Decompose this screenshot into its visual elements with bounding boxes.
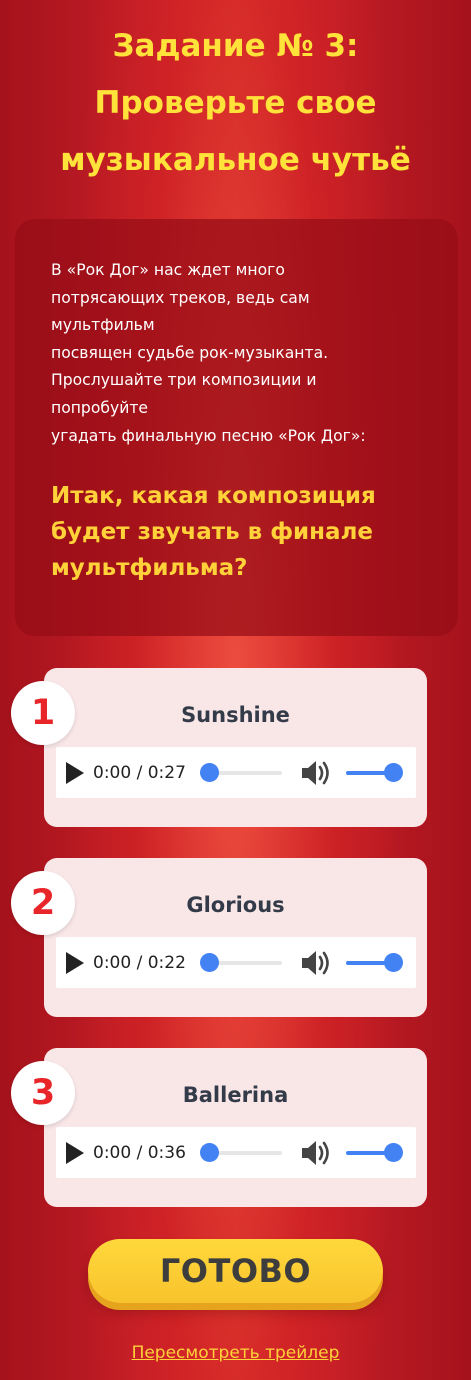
info-line: мультфильм bbox=[51, 316, 155, 335]
info-line: потрясающих треков, ведь сам bbox=[51, 288, 310, 307]
play-icon[interactable] bbox=[66, 762, 84, 784]
seek-handle[interactable] bbox=[200, 763, 219, 782]
info-line: В «Рок Дог» нас ждет много bbox=[51, 261, 285, 279]
track-number-badge: 2 bbox=[11, 871, 75, 935]
title-line: Проверьте свое bbox=[94, 85, 377, 121]
time-label: 0:00 / 0:27 bbox=[93, 763, 186, 783]
track-number-badge: 1 bbox=[11, 681, 75, 745]
title-line: Задание № 3: bbox=[112, 28, 359, 64]
info-description: В «Рок Дог» нас ждет много потрясающих т… bbox=[51, 257, 421, 450]
volume-icon[interactable] bbox=[300, 949, 332, 977]
question-line: будет звучать в финале bbox=[51, 519, 374, 545]
page-title: Задание № 3: Проверьте свое музыкальное … bbox=[0, 18, 471, 189]
track-card-2: Glorious 0:00 / 0:22 bbox=[44, 858, 427, 1017]
question-line: Итак, какая композиция bbox=[51, 483, 376, 509]
track-card-1: Sunshine 0:00 / 0:27 bbox=[44, 668, 427, 827]
seek-handle[interactable] bbox=[200, 953, 219, 972]
audio-player[interactable]: 0:00 / 0:36 bbox=[56, 1127, 416, 1178]
seek-handle[interactable] bbox=[200, 1143, 219, 1162]
volume-icon[interactable] bbox=[300, 1139, 332, 1167]
volume-handle[interactable] bbox=[384, 763, 403, 782]
track-card-3: Ballerina 0:00 / 0:36 bbox=[44, 1048, 427, 1207]
time-label: 0:00 / 0:36 bbox=[93, 1143, 186, 1163]
volume-icon[interactable] bbox=[300, 759, 332, 787]
info-line: угадать финальную песню «Рок Дог»: bbox=[51, 426, 366, 445]
track-number-badge: 3 bbox=[11, 1061, 75, 1125]
audio-player[interactable]: 0:00 / 0:22 bbox=[56, 937, 416, 988]
track-name: Ballerina bbox=[182, 1083, 289, 1107]
volume-handle[interactable] bbox=[384, 1143, 403, 1162]
title-line: музыкальное чутьё bbox=[60, 142, 411, 178]
track-name: Glorious bbox=[186, 893, 285, 917]
play-icon[interactable] bbox=[66, 952, 84, 974]
info-question: Итак, какая композиция будет звучать в ф… bbox=[51, 478, 441, 586]
track-name: Sunshine bbox=[181, 703, 290, 727]
time-label: 0:00 / 0:22 bbox=[93, 953, 186, 973]
info-line: попробуйте bbox=[51, 398, 149, 417]
info-line: Прослушайте три композиции и bbox=[51, 371, 317, 390]
info-line: посвящен судьбе рок-музыканта. bbox=[51, 343, 329, 362]
question-line: мультфильма? bbox=[51, 555, 248, 581]
audio-player[interactable]: 0:00 / 0:27 bbox=[56, 747, 416, 798]
info-card: В «Рок Дог» нас ждет много потрясающих т… bbox=[15, 219, 458, 636]
volume-handle[interactable] bbox=[384, 953, 403, 972]
done-button[interactable]: ГОТОВО bbox=[88, 1239, 383, 1303]
play-icon[interactable] bbox=[66, 1142, 84, 1164]
rewatch-trailer-link[interactable]: Пересмотреть трейлер bbox=[0, 1341, 471, 1365]
